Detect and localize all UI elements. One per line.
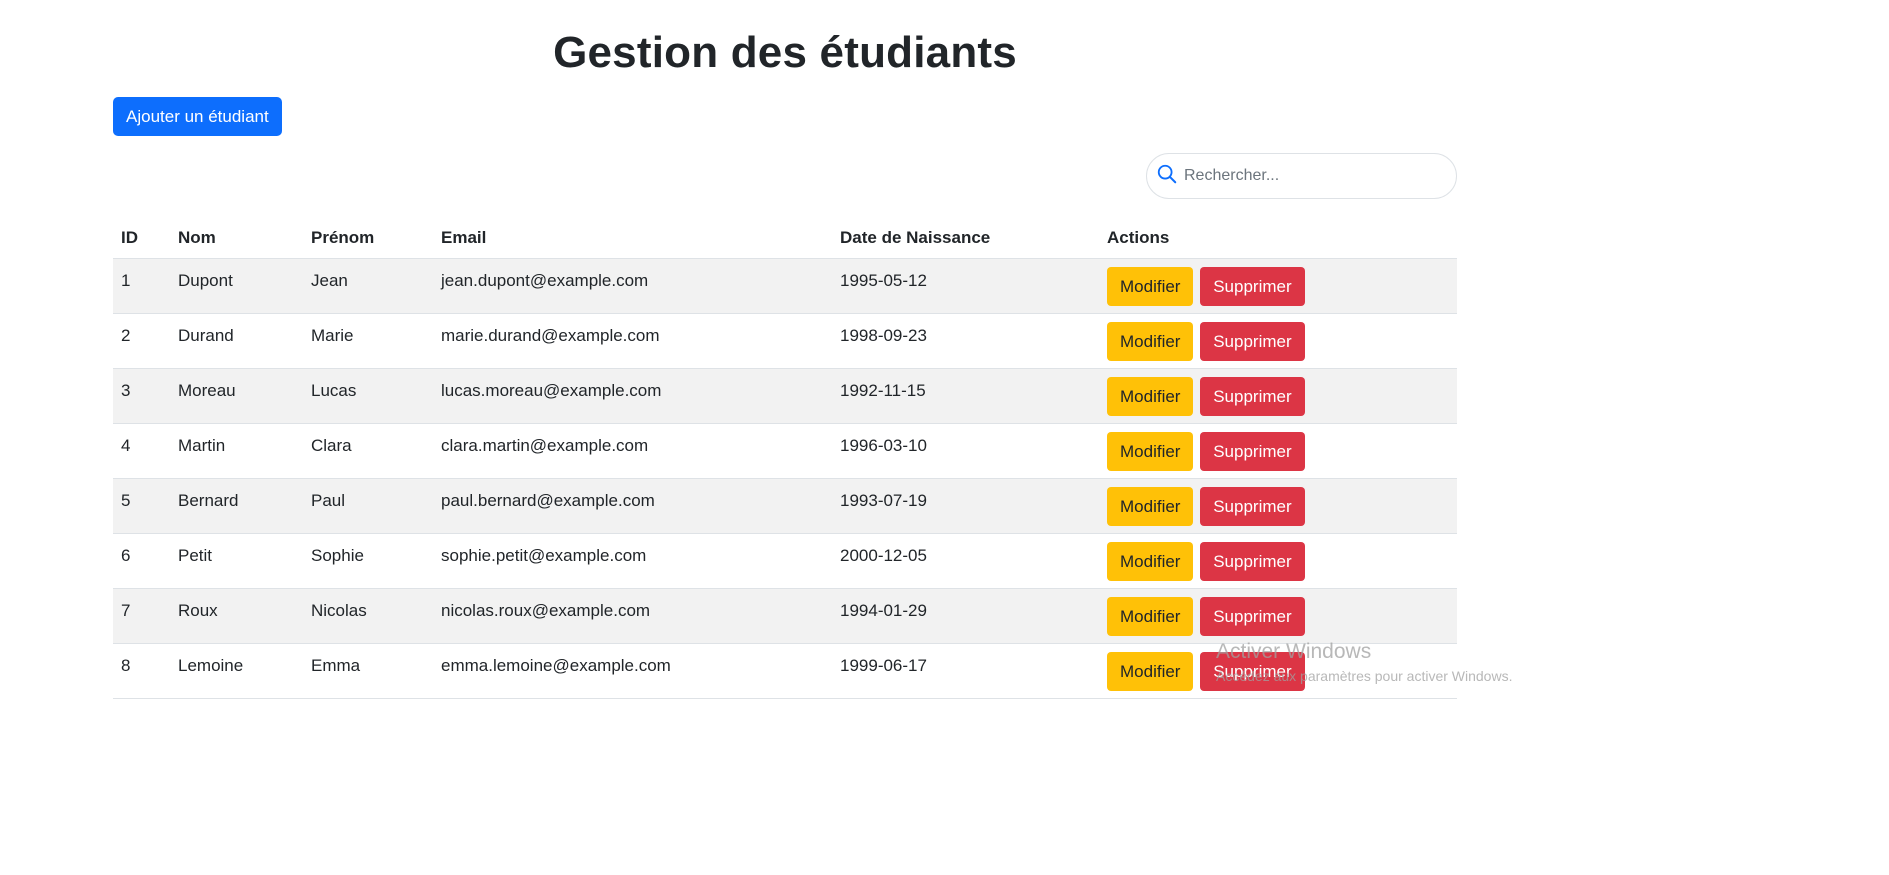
cell-nom: Roux xyxy=(170,588,303,644)
cell-email: emma.lemoine@example.com xyxy=(433,643,832,699)
cell-email: sophie.petit@example.com xyxy=(433,533,832,589)
cell-prenom: Nicolas xyxy=(303,588,433,644)
cell-email: clara.martin@example.com xyxy=(433,423,832,479)
delete-button[interactable]: Supprimer xyxy=(1200,377,1305,416)
edit-button[interactable]: Modifier xyxy=(1107,267,1194,306)
cell-actions: Modifier Supprimer xyxy=(1099,588,1457,644)
cell-email: nicolas.roux@example.com xyxy=(433,588,832,644)
delete-button[interactable]: Supprimer xyxy=(1200,432,1305,471)
table-row: 4 Martin Clara clara.martin@example.com … xyxy=(113,423,1457,479)
delete-button[interactable]: Supprimer xyxy=(1200,652,1305,691)
edit-button[interactable]: Modifier xyxy=(1107,487,1194,526)
cell-id: 3 xyxy=(113,368,170,424)
edit-button[interactable]: Modifier xyxy=(1107,322,1194,361)
students-table: ID Nom Prénom Email Date de Naissance Ac… xyxy=(113,218,1457,699)
cell-actions: Modifier Supprimer xyxy=(1099,368,1457,424)
cell-prenom: Marie xyxy=(303,313,433,369)
cell-actions: Modifier Supprimer xyxy=(1099,423,1457,479)
cell-date: 1992-11-15 xyxy=(832,368,1099,424)
table-header-row: ID Nom Prénom Email Date de Naissance Ac… xyxy=(113,218,1457,259)
cell-prenom: Paul xyxy=(303,478,433,534)
cell-date: 1994-01-29 xyxy=(832,588,1099,644)
cell-id: 2 xyxy=(113,313,170,369)
cell-email: jean.dupont@example.com xyxy=(433,258,832,314)
delete-button[interactable]: Supprimer xyxy=(1200,322,1305,361)
table-row: 3 Moreau Lucas lucas.moreau@example.com … xyxy=(113,368,1457,424)
page: Gestion des étudiants Ajouter un étudian… xyxy=(0,0,1889,875)
cell-nom: Moreau xyxy=(170,368,303,424)
cell-nom: Petit xyxy=(170,533,303,589)
cell-id: 8 xyxy=(113,643,170,699)
cell-date: 1998-09-23 xyxy=(832,313,1099,369)
cell-prenom: Clara xyxy=(303,423,433,479)
cell-prenom: Emma xyxy=(303,643,433,699)
cell-nom: Durand xyxy=(170,313,303,369)
cell-date: 1995-05-12 xyxy=(832,258,1099,314)
cell-id: 1 xyxy=(113,258,170,314)
cell-id: 5 xyxy=(113,478,170,534)
search-icon xyxy=(1156,163,1178,190)
table-row: 8 Lemoine Emma emma.lemoine@example.com … xyxy=(113,643,1457,699)
delete-button[interactable]: Supprimer xyxy=(1200,597,1305,636)
cell-prenom: Lucas xyxy=(303,368,433,424)
table-row: 1 Dupont Jean jean.dupont@example.com 19… xyxy=(113,258,1457,314)
header-prenom: Prénom xyxy=(303,218,433,259)
search-input[interactable] xyxy=(1182,166,1436,186)
edit-button[interactable]: Modifier xyxy=(1107,542,1194,581)
cell-actions: Modifier Supprimer xyxy=(1099,478,1457,534)
cell-id: 4 xyxy=(113,423,170,479)
cell-actions: Modifier Supprimer xyxy=(1099,313,1457,369)
edit-button[interactable]: Modifier xyxy=(1107,377,1194,416)
page-title: Gestion des étudiants xyxy=(553,28,1017,77)
cell-actions: Modifier Supprimer xyxy=(1099,533,1457,589)
delete-button[interactable]: Supprimer xyxy=(1200,542,1305,581)
cell-email: lucas.moreau@example.com xyxy=(433,368,832,424)
table-row: 2 Durand Marie marie.durand@example.com … xyxy=(113,313,1457,369)
table-row: 5 Bernard Paul paul.bernard@example.com … xyxy=(113,478,1457,534)
cell-actions: Modifier Supprimer xyxy=(1099,643,1457,699)
add-student-button[interactable]: Ajouter un étudiant xyxy=(113,97,282,136)
edit-button[interactable]: Modifier xyxy=(1107,652,1194,691)
edit-button[interactable]: Modifier xyxy=(1107,597,1194,636)
edit-button[interactable]: Modifier xyxy=(1107,432,1194,471)
cell-id: 6 xyxy=(113,533,170,589)
cell-date: 2000-12-05 xyxy=(832,533,1099,589)
cell-email: paul.bernard@example.com xyxy=(433,478,832,534)
table-row: 6 Petit Sophie sophie.petit@example.com … xyxy=(113,533,1457,589)
header-email: Email xyxy=(433,218,832,259)
cell-prenom: Sophie xyxy=(303,533,433,589)
table-row: 7 Roux Nicolas nicolas.roux@example.com … xyxy=(113,588,1457,644)
header-date: Date de Naissance xyxy=(832,218,1099,259)
cell-prenom: Jean xyxy=(303,258,433,314)
cell-nom: Lemoine xyxy=(170,643,303,699)
cell-date: 1999-06-17 xyxy=(832,643,1099,699)
cell-email: marie.durand@example.com xyxy=(433,313,832,369)
delete-button[interactable]: Supprimer xyxy=(1200,487,1305,526)
header-id: ID xyxy=(113,218,170,259)
search-box[interactable] xyxy=(1146,153,1457,199)
header-nom: Nom xyxy=(170,218,303,259)
header-actions: Actions xyxy=(1099,218,1457,259)
cell-actions: Modifier Supprimer xyxy=(1099,258,1457,314)
cell-nom: Dupont xyxy=(170,258,303,314)
cell-nom: Martin xyxy=(170,423,303,479)
cell-date: 1996-03-10 xyxy=(832,423,1099,479)
delete-button[interactable]: Supprimer xyxy=(1200,267,1305,306)
cell-id: 7 xyxy=(113,588,170,644)
cell-date: 1993-07-19 xyxy=(832,478,1099,534)
cell-nom: Bernard xyxy=(170,478,303,534)
